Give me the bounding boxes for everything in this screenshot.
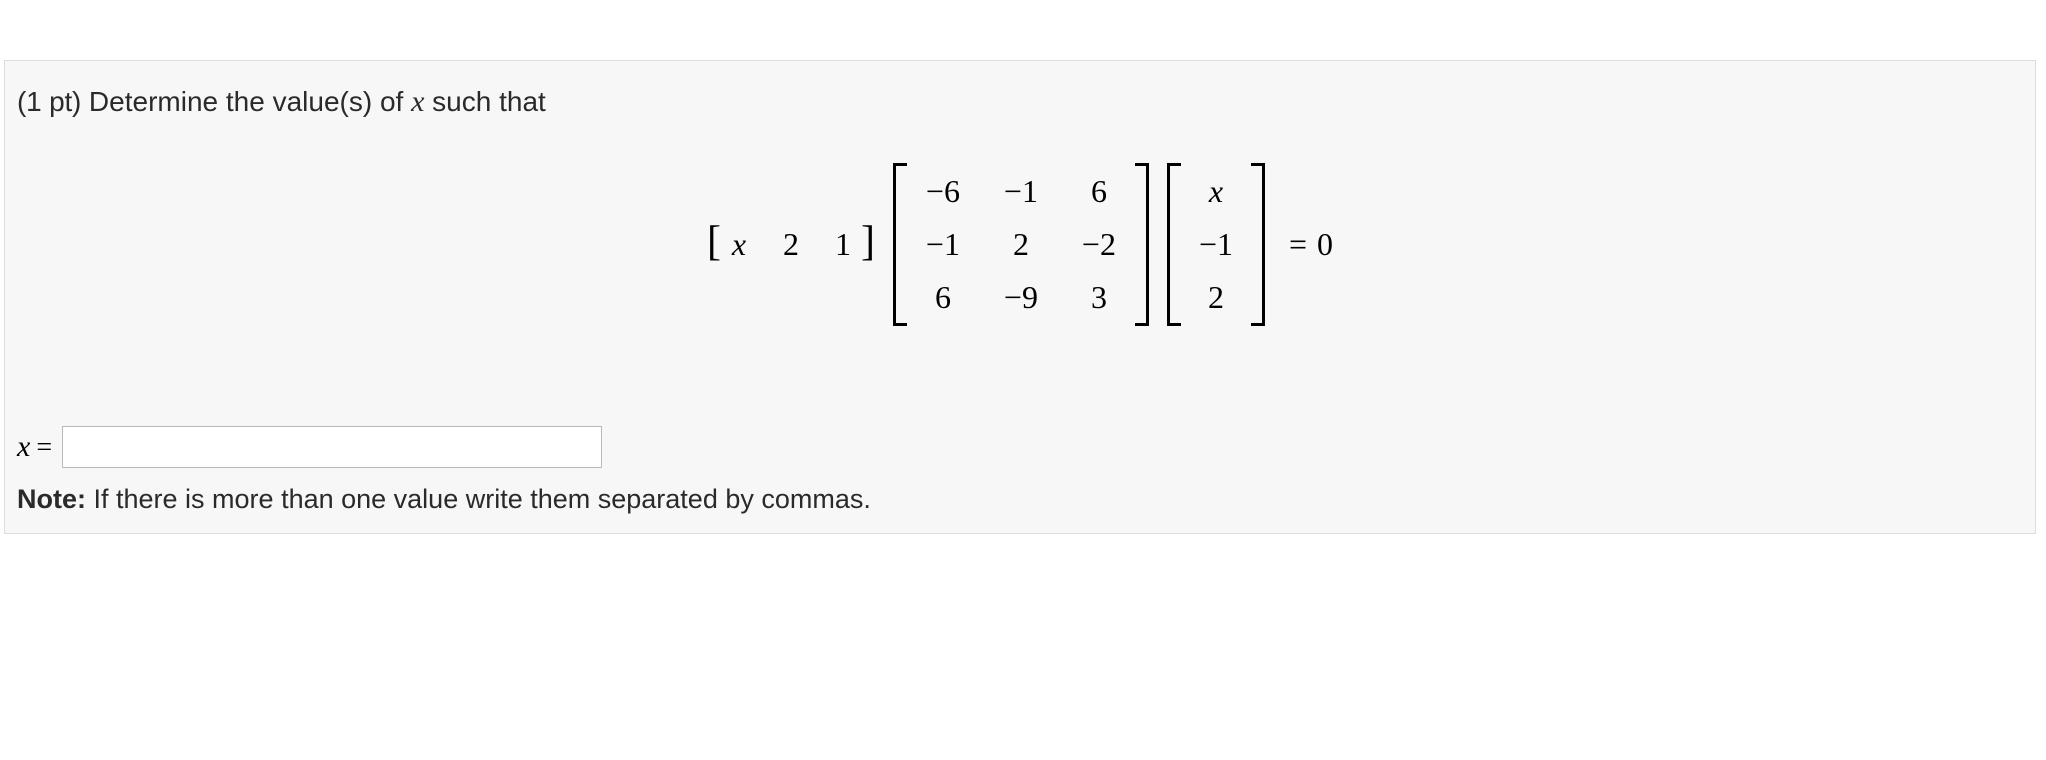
prompt-text-before: Determine the value(s) of	[81, 86, 411, 117]
matrix-cell-0-2: 6	[1079, 173, 1119, 210]
problem-container: (1 pt) Determine the value(s) of x such …	[4, 60, 2036, 534]
note-text: If there is more than one value write th…	[86, 484, 871, 514]
matrix-cell-2-1: −9	[1001, 279, 1041, 316]
colvec-entry-1: −1	[1199, 226, 1233, 263]
row-vector: [ x 2 1 ]	[707, 224, 875, 266]
right-bracket-icon: ]	[861, 221, 875, 263]
variable-x: x	[411, 85, 424, 118]
equals-sign: =	[1289, 226, 1307, 263]
colvec-left-bracket-icon	[1167, 163, 1181, 326]
row-entry-0: x	[729, 226, 749, 263]
matrix-cell-2-2: 3	[1079, 279, 1119, 316]
row-vector-entries: x 2 1	[721, 226, 861, 263]
colvec-cells: x −1 2	[1181, 163, 1251, 326]
matrix-cells: −6 −1 6 −1 2 −2 6 −9 3	[907, 163, 1135, 326]
colvec-entry-2: 2	[1199, 279, 1233, 316]
matrix-cell-1-0: −1	[923, 226, 963, 263]
prompt-text-after: such that	[424, 86, 545, 117]
matrix-left-bracket-icon	[893, 163, 907, 326]
answer-label: x =	[17, 430, 52, 464]
answer-input[interactable]	[62, 426, 602, 468]
equals-rhs: = 0	[1289, 226, 1333, 263]
matrix-cell-1-2: −2	[1079, 226, 1119, 263]
equation: [ x 2 1 ] −6 −1 6 −1 2 −2 6 −9 3	[15, 163, 2025, 326]
answer-row: x =	[17, 426, 2025, 468]
prompt-line: (1 pt) Determine the value(s) of x such …	[17, 85, 2025, 119]
points-label: (1 pt)	[17, 86, 81, 117]
matrix-cell-0-0: −6	[923, 173, 963, 210]
answer-var: x	[17, 430, 30, 464]
colvec-right-bracket-icon	[1251, 163, 1265, 326]
matrix-3x3: −6 −1 6 −1 2 −2 6 −9 3	[893, 163, 1149, 326]
row-entry-1: 2	[781, 226, 801, 263]
column-vector: x −1 2	[1167, 163, 1265, 326]
note-bold: Note:	[17, 484, 86, 514]
note-line: Note: If there is more than one value wr…	[17, 484, 2025, 515]
answer-eq: =	[36, 432, 52, 464]
colvec-entry-0: x	[1199, 173, 1233, 210]
matrix-cell-0-1: −1	[1001, 173, 1041, 210]
matrix-right-bracket-icon	[1135, 163, 1149, 326]
matrix-cell-1-1: 2	[1001, 226, 1041, 263]
row-entry-2: 1	[833, 226, 853, 263]
matrix-cell-2-0: 6	[923, 279, 963, 316]
rhs-zero: 0	[1317, 226, 1333, 263]
left-bracket-icon: [	[707, 221, 721, 263]
